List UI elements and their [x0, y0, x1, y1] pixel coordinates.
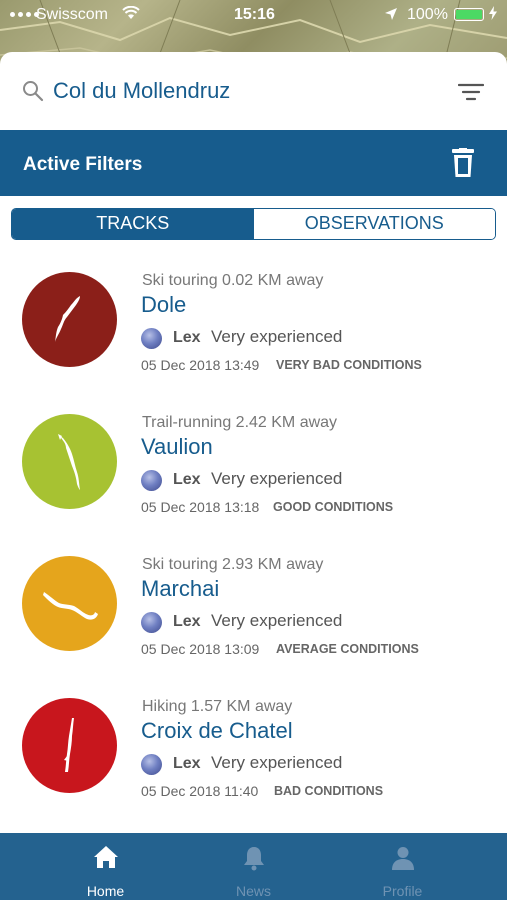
user-level: Very experienced	[211, 611, 343, 630]
tab-profile-label: Profile	[382, 883, 423, 899]
tab-profile[interactable]: Profile	[318, 833, 487, 900]
track-title[interactable]: Dole	[141, 292, 186, 318]
user-name: Lex	[173, 471, 201, 488]
user-level: Very experienced	[211, 327, 343, 346]
track-title[interactable]: Croix de Chatel	[141, 718, 293, 744]
home-icon	[94, 846, 118, 868]
track-title[interactable]: Vaulion	[141, 434, 213, 460]
avatar	[141, 754, 162, 775]
condition-label: VERY BAD CONDITIONS	[276, 358, 422, 372]
track-thumbnail	[22, 698, 117, 793]
avatar	[141, 328, 162, 349]
search-bar[interactable]: Col du Mollendruz	[0, 52, 507, 130]
track-date: 05 Dec 2018 11:40	[141, 783, 259, 799]
trash-icon[interactable]	[451, 148, 475, 183]
status-bar: Swisscom 15:16 100%	[0, 0, 507, 34]
location-arrow-icon	[384, 7, 398, 26]
track-list-item[interactable]: Hiking 1.57 KM away Croix de Chatel Lex …	[0, 698, 507, 828]
user-level: Very experienced	[211, 753, 343, 772]
track-date: 05 Dec 2018 13:18	[141, 499, 260, 515]
status-time: 15:16	[234, 6, 275, 23]
track-thumbnail	[22, 272, 117, 367]
track-list-item[interactable]: Ski touring 2.93 KM away Marchai Lex Ver…	[0, 556, 507, 686]
user-name: Lex	[173, 329, 201, 346]
track-date: 05 Dec 2018 13:09	[141, 641, 260, 657]
battery-icon	[454, 8, 484, 21]
user-name: Lex	[173, 613, 201, 630]
track-meta: Trail-running 2.42 KM away	[142, 414, 338, 431]
tab-tracks[interactable]: TRACKS	[12, 209, 254, 239]
track-meta: Hiking 1.57 KM away	[142, 698, 293, 715]
active-filters-title: Active Filters	[23, 154, 143, 175]
filter-icon[interactable]	[457, 82, 485, 107]
segmented-control: TRACKS OBSERVATIONS	[11, 208, 496, 240]
condition-label: AVERAGE CONDITIONS	[276, 642, 419, 656]
bottom-tab-bar: Home News Profile	[0, 833, 507, 900]
track-meta: Ski touring 0.02 KM away	[142, 272, 324, 289]
content-card: Col du Mollendruz Active Filters TRACKS …	[0, 52, 507, 900]
signal-icon	[10, 12, 39, 17]
tab-home-label: Home	[86, 883, 125, 899]
track-title[interactable]: Marchai	[141, 576, 219, 602]
track-thumbnail	[22, 556, 117, 651]
search-input[interactable]: Col du Mollendruz	[53, 78, 230, 104]
track-list-item[interactable]: Trail-running 2.42 KM away Vaulion Lex V…	[0, 414, 507, 544]
track-list-item[interactable]: Ski touring 0.02 KM away Dole Lex Very e…	[0, 272, 507, 402]
wifi-icon	[122, 5, 140, 25]
avatar	[141, 470, 162, 491]
condition-label: BAD CONDITIONS	[274, 784, 384, 798]
carrier-name: Swisscom	[36, 6, 109, 23]
user-name: Lex	[173, 755, 201, 772]
tab-home[interactable]: Home	[21, 833, 190, 900]
tab-news[interactable]: News	[169, 833, 338, 900]
active-filters-bar: Active Filters	[0, 130, 507, 196]
tab-news-label: News	[235, 883, 271, 899]
charging-icon	[489, 6, 497, 23]
user-level: Very experienced	[211, 469, 343, 488]
bell-icon	[244, 847, 264, 871]
avatar	[141, 612, 162, 633]
track-thumbnail	[22, 414, 117, 509]
condition-label: GOOD CONDITIONS	[273, 500, 394, 514]
person-icon	[392, 847, 414, 870]
search-icon	[22, 80, 44, 107]
track-meta: Ski touring 2.93 KM away	[142, 556, 324, 573]
tab-observations[interactable]: OBSERVATIONS	[253, 209, 495, 239]
battery-percent: 100%	[407, 6, 448, 23]
track-date: 05 Dec 2018 13:49	[141, 357, 260, 373]
